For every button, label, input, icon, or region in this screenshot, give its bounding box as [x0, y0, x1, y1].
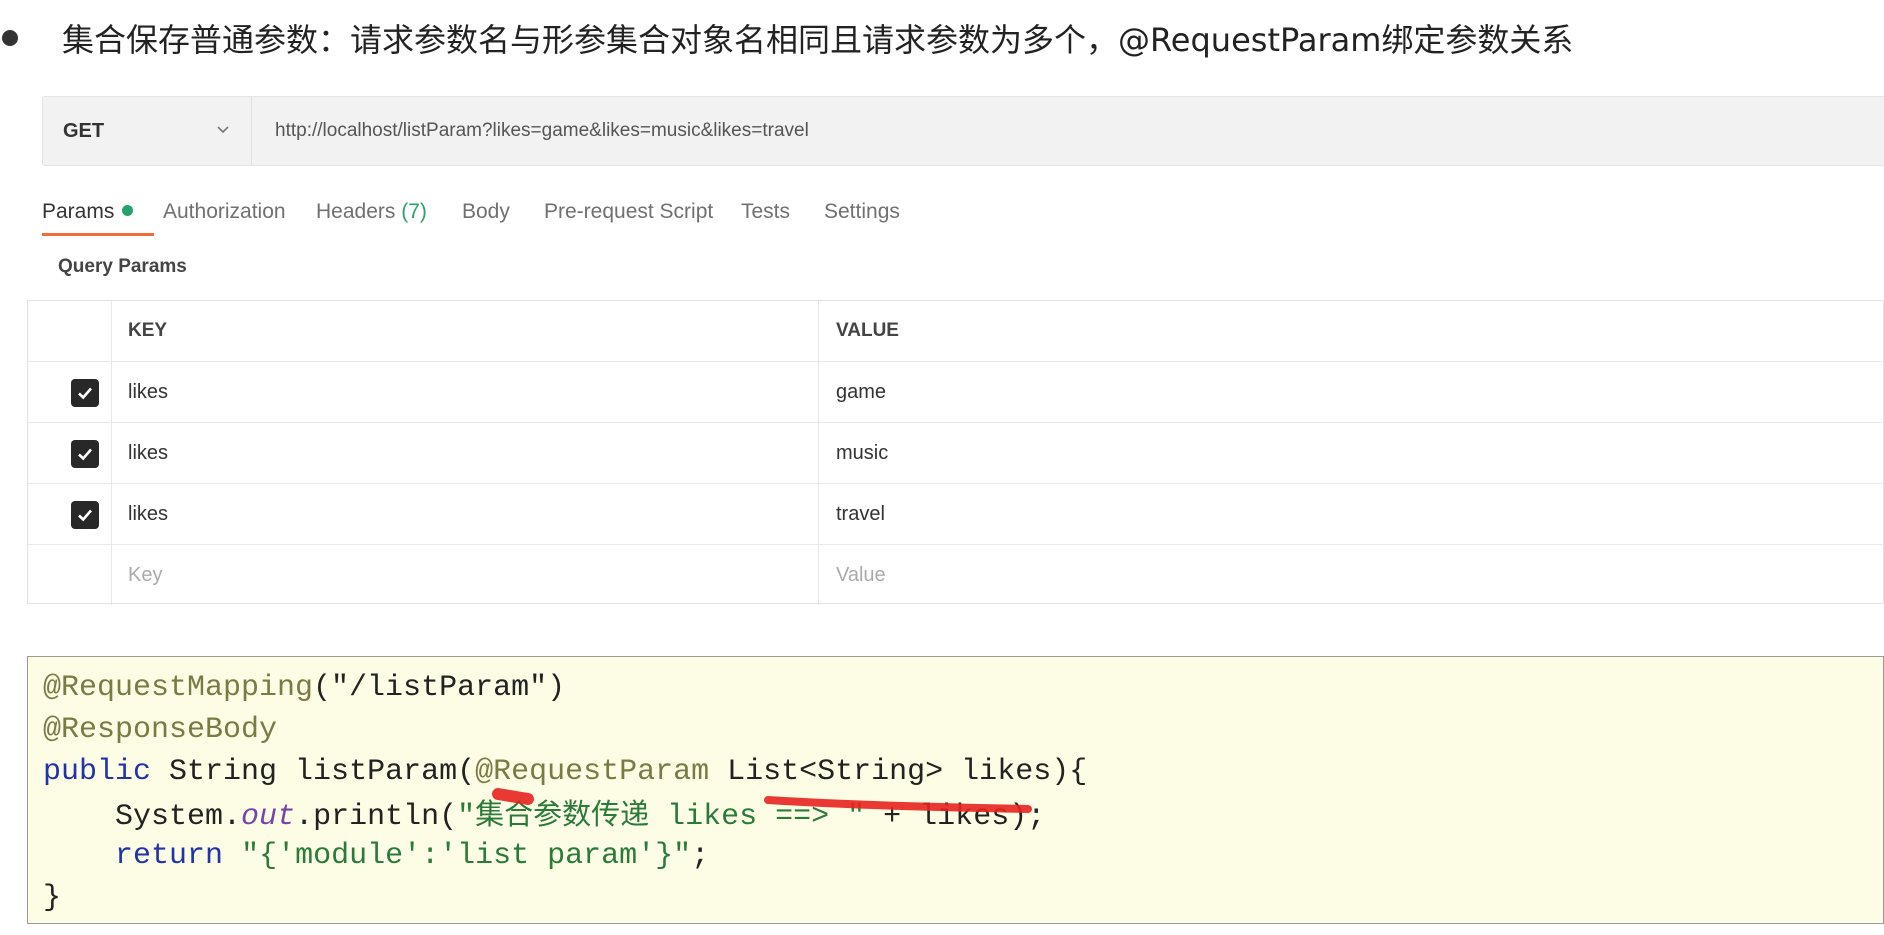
checkmark-icon: [78, 387, 92, 400]
keyword-token: public: [43, 755, 152, 789]
active-tab-underline: [42, 233, 154, 236]
query-params-title: Query Params: [58, 256, 187, 277]
code-line: public String listParam(@RequestParam Li…: [43, 751, 1087, 793]
code-token: ("/listParam"): [313, 671, 566, 705]
code-token: .println(: [295, 800, 458, 834]
code-token: String listParam(: [151, 755, 476, 789]
string-token: 集合参数传递: [475, 797, 650, 831]
check-cell: [28, 423, 112, 483]
lesson-heading: 集合保存普通参数：请求参数名与形参集合对象名相同且请求参数为多个，@Reques…: [0, 8, 1884, 68]
tab-authorization[interactable]: Authorization: [163, 192, 286, 242]
url-input[interactable]: http://localhost/listParam?likes=game&li…: [275, 97, 809, 165]
string-token: likes ==> ": [649, 800, 866, 834]
code-token: System.: [115, 800, 242, 834]
param-value[interactable]: music: [820, 423, 1883, 483]
key-column-header: KEY: [112, 301, 819, 361]
header-check-cell: [28, 301, 112, 361]
annotation-token: @RequestParam: [475, 755, 710, 789]
url-bar: GET http://localhost/listParam?likes=gam…: [42, 96, 1884, 166]
code-token: ;: [691, 839, 710, 873]
value-column-header: VALUE: [836, 320, 899, 341]
tab-headers[interactable]: Headers (7): [316, 192, 427, 242]
code-token: List<String> likes){: [709, 755, 1088, 789]
code-line: return "{'module':'list param'}";: [43, 835, 709, 877]
table-header-row: KEY VALUE: [28, 301, 1883, 362]
request-tabs: Params Authorization Headers (7) Body Pr…: [42, 192, 1884, 242]
code-token: + likes);: [865, 800, 1046, 834]
query-params-table: KEY VALUE likes game likes music likes t…: [27, 300, 1884, 606]
checkmark-icon: [78, 509, 92, 522]
code-line: @ResponseBody: [43, 709, 277, 751]
tab-pre-request-script[interactable]: Pre-request Script: [544, 192, 713, 242]
field-token: out: [241, 800, 296, 834]
checkmark-icon: [78, 448, 92, 461]
annotation-token: @ResponseBody: [43, 713, 278, 747]
keyword-token: return: [115, 839, 224, 873]
tab-settings[interactable]: Settings: [824, 192, 900, 242]
new-value-input[interactable]: Value: [820, 545, 1883, 605]
param-value[interactable]: travel: [820, 484, 1883, 544]
params-active-dot-icon: [122, 204, 134, 216]
bullet-icon: [2, 30, 18, 46]
string-token: "{'module':'list param'}": [241, 839, 692, 873]
annotation-token: @RequestMapping: [43, 671, 314, 705]
param-value[interactable]: game: [820, 362, 1883, 422]
table-row: likes travel: [28, 484, 1883, 545]
method-label: GET: [63, 119, 105, 142]
method-select[interactable]: GET: [43, 97, 252, 165]
param-key[interactable]: likes: [112, 362, 819, 422]
tab-headers-label: Headers: [316, 200, 396, 223]
param-key[interactable]: likes: [112, 423, 819, 483]
table-row: likes game: [28, 362, 1883, 423]
tab-tests[interactable]: Tests: [741, 192, 790, 242]
code-snippet: @RequestMapping("/listParam") @ResponseB…: [27, 656, 1884, 924]
code-line: System.out.println("集合参数传递 likes ==> " +…: [43, 793, 1045, 835]
check-cell: [28, 362, 112, 422]
code-line: }: [43, 877, 61, 919]
code-line: @RequestMapping("/listParam"): [43, 667, 565, 709]
tab-body[interactable]: Body: [462, 192, 510, 242]
row-checkbox[interactable]: [71, 501, 99, 529]
row-checkbox[interactable]: [71, 440, 99, 468]
code-token: }: [43, 881, 62, 915]
chevron-down-icon: [217, 126, 229, 134]
tab-params[interactable]: Params: [42, 192, 154, 242]
postman-request-panel: GET http://localhost/listParam?likes=gam…: [27, 76, 1884, 606]
table-row-new: Key Value: [28, 545, 1883, 606]
row-checkbox[interactable]: [71, 379, 99, 407]
param-key[interactable]: likes: [112, 484, 819, 544]
check-cell: [28, 484, 112, 544]
string-token: ": [457, 800, 476, 834]
heading-text: 集合保存普通参数：请求参数名与形参集合对象名相同且请求参数为多个，@Reques…: [62, 21, 1574, 59]
check-cell: [28, 545, 112, 605]
tab-params-label: Params: [42, 200, 115, 223]
table-row: likes music: [28, 423, 1883, 484]
headers-count: (7): [401, 200, 427, 223]
new-key-input[interactable]: Key: [112, 545, 819, 605]
